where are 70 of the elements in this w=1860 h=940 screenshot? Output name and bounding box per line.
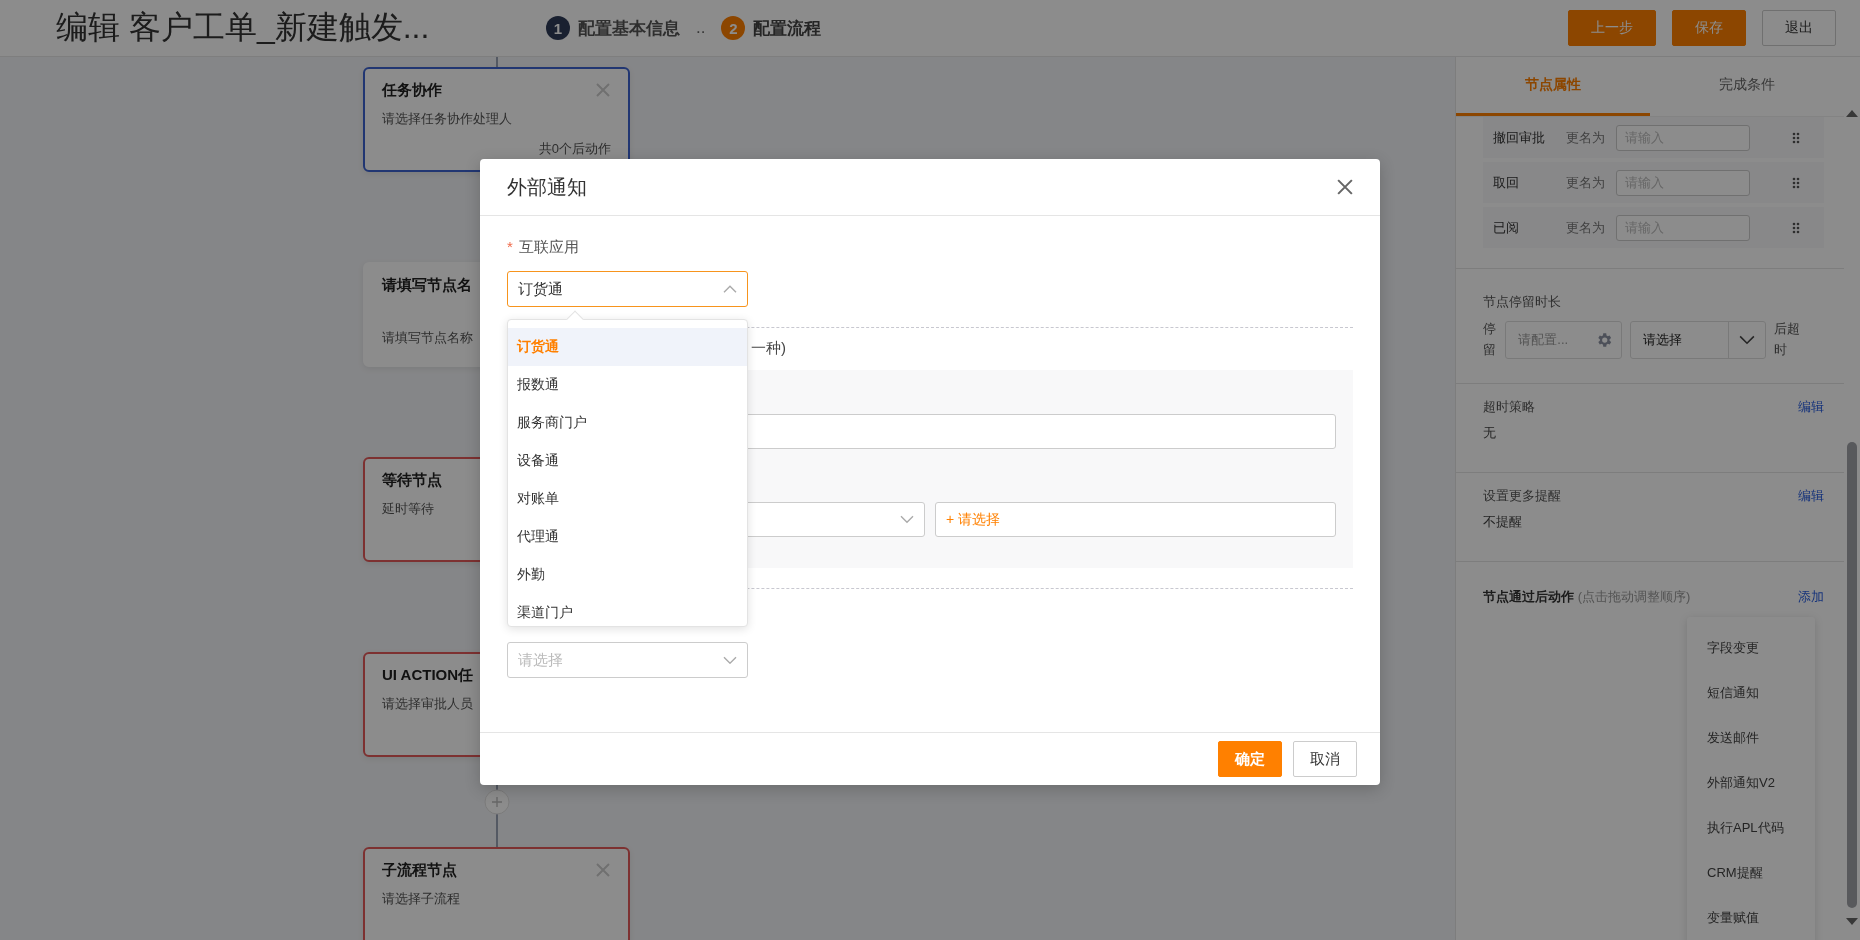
action-menu-item[interactable]: 字段变更	[1687, 625, 1815, 670]
action-name: 已阅	[1493, 218, 1520, 237]
node-title: 请填写节点名	[382, 276, 472, 295]
node-subtitle: 请填写节点名称	[382, 329, 473, 347]
rename-label: 更名为	[1566, 128, 1606, 147]
node-footer: 共0个后动作	[538, 140, 611, 158]
node-subtitle: 请选择审批人员	[382, 695, 473, 713]
chevron-down-icon	[723, 655, 737, 665]
stay-suffix: 后超时	[1774, 320, 1802, 359]
step-number: 2	[721, 16, 746, 40]
action-name: 撤回审批	[1493, 128, 1546, 147]
section-value: 不提醒	[1483, 512, 1523, 531]
drag-handle-icon[interactable]	[1792, 131, 1800, 144]
action-menu-item[interactable]: 外部通知V2	[1687, 760, 1815, 805]
dropdown-option[interactable]: 外勤	[508, 556, 747, 594]
stay-prefix: 停留	[1483, 320, 1497, 359]
dropdown-option[interactable]: 报数通	[508, 366, 747, 404]
action-menu-item[interactable]: 变量赋值	[1687, 895, 1815, 940]
node-subtitle: 请选择子流程	[382, 890, 460, 908]
section-value: 无	[1483, 423, 1497, 442]
section-title: 超时策略	[1483, 397, 1535, 416]
action-menu-item[interactable]: 发送邮件	[1687, 715, 1815, 760]
page-title: 编辑 客户工单_新建触发...	[56, 8, 431, 47]
section-label: 一种)	[751, 338, 786, 358]
flow-node-card[interactable]: 子流程节点 请选择子流程	[363, 847, 630, 940]
field-label: * 互联应用	[507, 238, 580, 257]
drag-handle-icon[interactable]	[1792, 176, 1800, 189]
dialog-button[interactable]: 确定	[1218, 741, 1282, 777]
dropdown-option[interactable]: 设备通	[508, 442, 747, 480]
scroll-up-icon[interactable]	[1846, 109, 1858, 117]
dialog-button[interactable]: 取消	[1293, 741, 1357, 777]
drag-handle-icon[interactable]	[1792, 221, 1800, 234]
header-button[interactable]: 退出	[1762, 10, 1836, 46]
dropdown-option[interactable]: 渠道门户	[508, 594, 747, 626]
close-icon[interactable]	[1337, 179, 1353, 195]
add-select-field[interactable]: + 请选择	[935, 502, 1336, 537]
edit-link[interactable]: 编辑	[1798, 397, 1824, 416]
action-menu-item[interactable]: 执行APL代码	[1687, 805, 1815, 850]
node-title: 子流程节点	[382, 861, 457, 880]
node-subtitle: 请选择任务协作处理人	[382, 110, 512, 128]
dropdown-option[interactable]: 代理通	[508, 518, 747, 556]
unit-select[interactable]: 请选择	[1630, 320, 1767, 359]
section-title: 节点停留时长	[1483, 293, 1562, 311]
rename-label: 更名为	[1566, 218, 1606, 237]
action-menu-item[interactable]: 短信通知	[1687, 670, 1815, 715]
scroll-down-icon[interactable]	[1846, 918, 1858, 926]
chevron-down-icon	[1739, 335, 1756, 345]
node-subtitle: 延时等待	[382, 500, 434, 518]
dropdown-option[interactable]: 对账单	[508, 480, 747, 518]
step-label: 配置流程	[753, 17, 822, 40]
rename-label: 更名为	[1566, 173, 1606, 192]
chevron-down-icon	[900, 515, 914, 524]
add-link[interactable]: 添加	[1798, 587, 1824, 606]
node-title: UI ACTION任	[382, 666, 474, 685]
chevron-up-icon	[723, 284, 737, 294]
step-label: 配置基本信息	[578, 17, 680, 40]
action-name: 取回	[1493, 173, 1520, 192]
step-separator: ..	[696, 18, 706, 38]
edit-link[interactable]: 编辑	[1798, 486, 1824, 505]
app-select[interactable]: 订货通	[507, 271, 748, 307]
section-title: 设置更多提醒	[1483, 486, 1561, 505]
node-title: 任务协作	[382, 81, 442, 100]
panel-tab[interactable]: 完成条件	[1650, 57, 1844, 116]
node-title: 等待节点	[382, 471, 442, 490]
dropdown-option[interactable]: 服务商门户	[508, 404, 747, 442]
step-number: 1	[546, 16, 570, 40]
dialog-title: 外部通知	[507, 174, 587, 200]
flow-node-card[interactable]: 任务协作 请选择任务协作处理人 共0个后动作	[363, 67, 630, 172]
add-node-icon[interactable]	[483, 789, 510, 815]
action-menu-item[interactable]: CRM提醒	[1687, 850, 1815, 895]
